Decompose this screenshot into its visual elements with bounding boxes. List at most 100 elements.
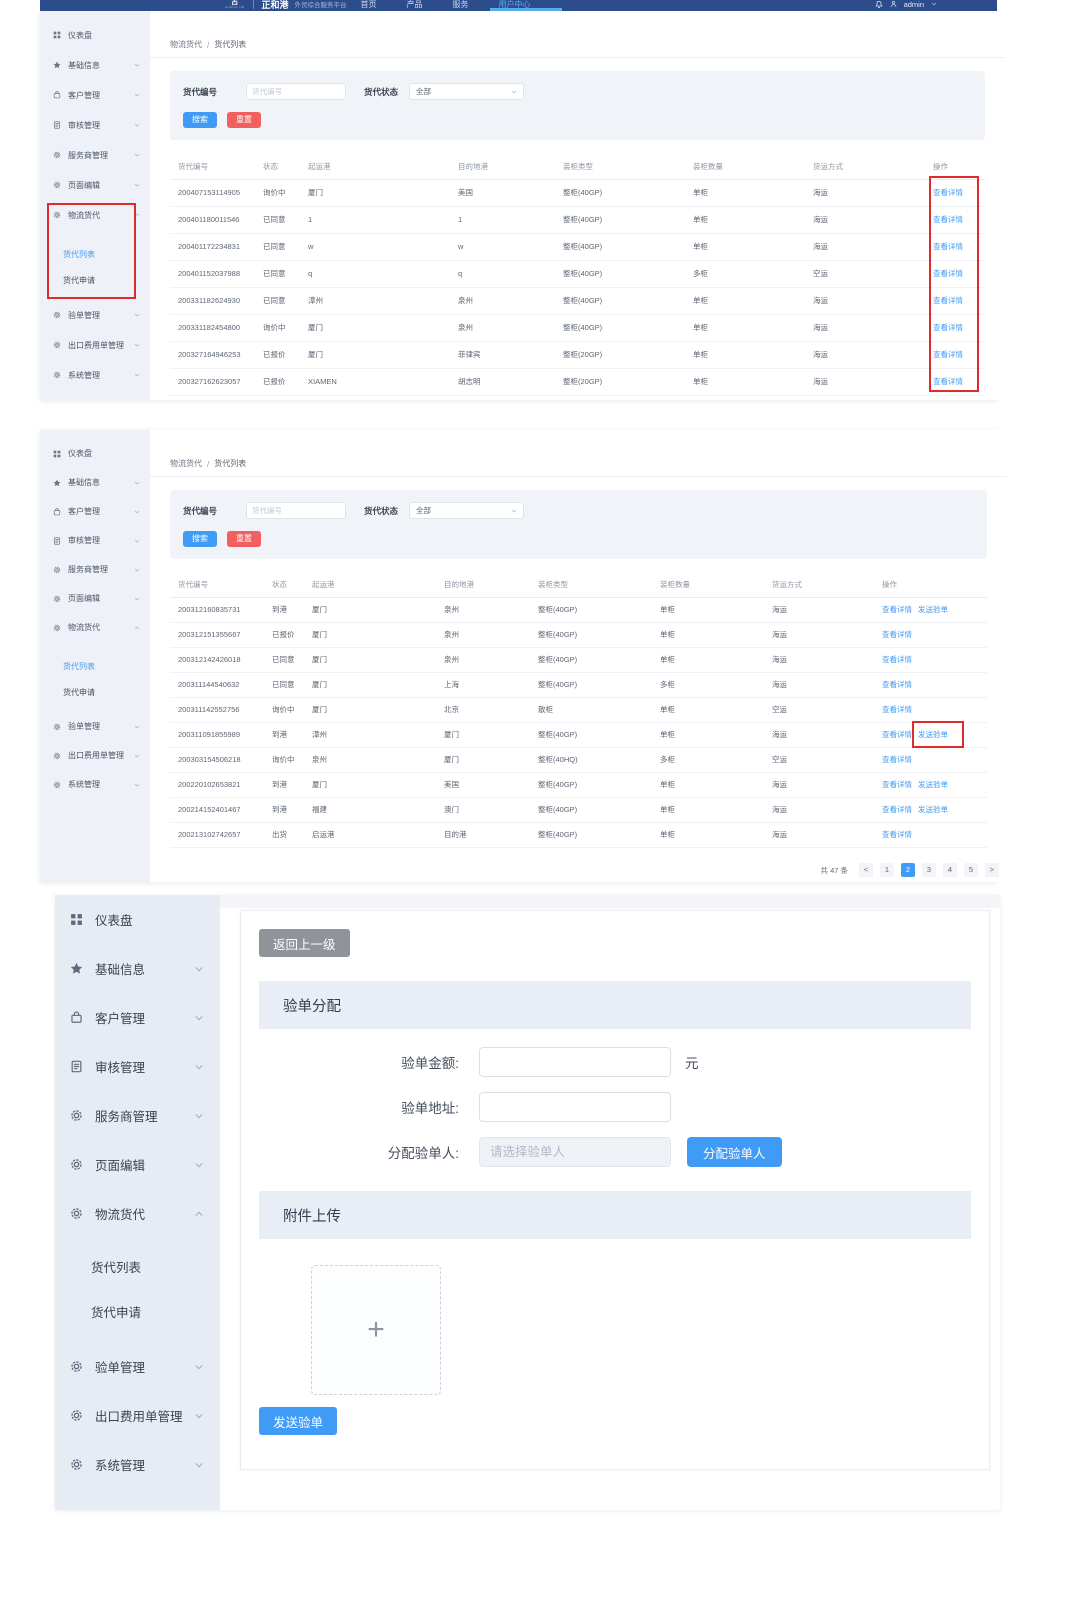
pagination-page-4[interactable]: 4 xyxy=(943,863,957,877)
sidebar-item-inspection-mgmt[interactable]: 验单管理 xyxy=(55,1342,220,1391)
gear-icon xyxy=(53,311,61,319)
pagination-prev[interactable]: < xyxy=(859,863,873,877)
sidebar-item-customer-mgmt[interactable]: 客户管理 xyxy=(55,993,220,1042)
send-inspection-button[interactable]: 发送验单 xyxy=(259,1407,337,1435)
star-icon xyxy=(53,479,61,487)
view-detail-link[interactable]: 查看详情 xyxy=(933,377,963,386)
sidebar-item-system-mgmt[interactable]: 系统管理 xyxy=(40,360,150,390)
view-detail-link[interactable]: 查看详情 xyxy=(882,655,912,664)
upload-box[interactable]: + xyxy=(311,1265,441,1395)
forwarder-number-label: 货代编号 xyxy=(183,505,217,517)
sidebar-item-export-expense-mgmt[interactable]: 出口费用单管理 xyxy=(40,330,150,360)
sidebar-item-basic-info[interactable]: 基础信息 xyxy=(55,944,220,993)
sidebar-item-basic-info[interactable]: 基础信息 xyxy=(40,468,150,497)
forwarder-number-input[interactable] xyxy=(246,83,346,100)
pagination-total: 共 47 条 xyxy=(820,865,848,876)
view-detail-link[interactable]: 查看详情 xyxy=(933,269,963,278)
pagination-page-3[interactable]: 3 xyxy=(922,863,936,877)
sidebar-subitem-forwarding-application[interactable]: 货代申请 xyxy=(40,268,150,294)
sidebar-item-dashboard[interactable]: 仪表盘 xyxy=(40,439,150,468)
nav-item-home[interactable]: 首页 xyxy=(361,0,377,10)
sidebar-item-page-edit[interactable]: 页面编辑 xyxy=(55,1140,220,1189)
pagination-page-2[interactable]: 2 xyxy=(901,863,915,877)
cell-container_qty: 单柜 xyxy=(685,206,805,233)
sidebar-item-export-expense-mgmt[interactable]: 出口费用单管理 xyxy=(40,741,150,770)
sidebar-item-label: 客户管理 xyxy=(95,1008,145,1027)
sidebar-item-page-edit[interactable]: 页面编辑 xyxy=(40,170,150,200)
search-button[interactable]: 搜索 xyxy=(183,531,217,547)
sidebar-item-export-expense-mgmt[interactable]: 出口费用单管理 xyxy=(55,1391,220,1440)
bell-icon[interactable] xyxy=(875,0,883,9)
cell-id: 200312160835731 xyxy=(170,597,264,622)
sidebar-subitem-forwarding-application[interactable]: 货代申请 xyxy=(40,680,150,706)
view-detail-link[interactable]: 查看详情 xyxy=(933,242,963,251)
pagination-next[interactable]: > xyxy=(985,863,999,877)
view-detail-link[interactable]: 查看详情 xyxy=(933,188,963,197)
view-detail-link[interactable]: 查看详情 xyxy=(882,780,912,789)
send-inspection-link[interactable]: 发送验单 xyxy=(918,805,948,814)
cell-destination: 泉州 xyxy=(450,314,555,341)
breadcrumb-parent[interactable]: 物流货代 xyxy=(170,458,202,469)
sidebar-subitem-forwarding-application[interactable]: 货代申请 xyxy=(55,1291,220,1336)
sidebar-item-dashboard[interactable]: 仪表盘 xyxy=(40,20,150,50)
column-header: 操作 xyxy=(925,154,985,179)
sidebar-item-logistics-forwarding[interactable]: 物流货代 xyxy=(40,200,150,230)
view-detail-link[interactable]: 查看详情 xyxy=(933,296,963,305)
sidebar-item-audit-mgmt[interactable]: 审核管理 xyxy=(55,1042,220,1091)
breadcrumb-parent[interactable]: 物流货代 xyxy=(170,39,202,50)
sidebar-item-service-provider-mgmt[interactable]: 服务商管理 xyxy=(40,140,150,170)
send-inspection-link[interactable]: 发送验单 xyxy=(918,605,948,614)
sidebar-item-customer-mgmt[interactable]: 客户管理 xyxy=(40,80,150,110)
sidebar-item-system-mgmt[interactable]: 系统管理 xyxy=(55,1440,220,1489)
reset-button[interactable]: 重置 xyxy=(227,112,261,128)
search-button[interactable]: 搜索 xyxy=(183,112,217,128)
sidebar-item-audit-mgmt[interactable]: 审核管理 xyxy=(40,110,150,140)
status-select[interactable]: 全部 xyxy=(409,502,524,519)
send-inspection-link[interactable]: 发送验单 xyxy=(918,780,948,789)
assignee-input[interactable] xyxy=(479,1137,671,1167)
amount-input[interactable] xyxy=(479,1047,671,1077)
back-button[interactable]: 返回上一级 xyxy=(259,929,350,957)
view-detail-link[interactable]: 查看详情 xyxy=(933,350,963,359)
sidebar-item-logistics-forwarding[interactable]: 物流货代 xyxy=(40,613,150,642)
sidebar-subitem-forwarding-list[interactable]: 货代列表 xyxy=(40,654,150,680)
sidebar-item-inspection-mgmt[interactable]: 验单管理 xyxy=(40,712,150,741)
assign-inspector-button[interactable]: 分配验单人 xyxy=(687,1137,782,1167)
gear-icon xyxy=(53,211,61,219)
view-detail-link[interactable]: 查看详情 xyxy=(882,730,912,739)
view-detail-link[interactable]: 查看详情 xyxy=(882,755,912,764)
username[interactable]: admin xyxy=(904,0,924,9)
view-detail-link[interactable]: 查看详情 xyxy=(882,805,912,814)
sidebar-item-service-provider-mgmt[interactable]: 服务商管理 xyxy=(40,555,150,584)
table-row: 200311144540632已同意厦门上海整柜(40GP)多柜海运查看详情 xyxy=(170,672,987,697)
view-detail-link[interactable]: 查看详情 xyxy=(933,215,963,224)
view-detail-link[interactable]: 查看详情 xyxy=(882,680,912,689)
sidebar-item-basic-info[interactable]: 基础信息 xyxy=(40,50,150,80)
send-inspection-link[interactable]: 发送验单 xyxy=(918,730,948,739)
sidebar-item-audit-mgmt[interactable]: 审核管理 xyxy=(40,526,150,555)
view-detail-link[interactable]: 查看详情 xyxy=(882,830,912,839)
reset-button[interactable]: 重置 xyxy=(227,531,261,547)
sidebar-item-customer-mgmt[interactable]: 客户管理 xyxy=(40,497,150,526)
sidebar-item-service-provider-mgmt[interactable]: 服务商管理 xyxy=(55,1091,220,1140)
view-detail-link[interactable]: 查看详情 xyxy=(882,630,912,639)
pagination-page-5[interactable]: 5 xyxy=(964,863,978,877)
nav-item-products[interactable]: 产品 xyxy=(407,0,423,10)
nav-item-services[interactable]: 服务 xyxy=(453,0,469,10)
view-detail-link[interactable]: 查看详情 xyxy=(882,705,912,714)
brand-tagline: 外贸综合服务平台 xyxy=(295,0,347,9)
sidebar-item-logistics-forwarding[interactable]: 物流货代 xyxy=(55,1189,220,1238)
sidebar-item-dashboard[interactable]: 仪表盘 xyxy=(55,895,220,944)
address-input[interactable] xyxy=(479,1092,671,1122)
view-detail-link[interactable]: 查看详情 xyxy=(933,323,963,332)
sidebar-item-inspection-mgmt[interactable]: 验单管理 xyxy=(40,300,150,330)
pagination-page-1[interactable]: 1 xyxy=(880,863,894,877)
sidebar-item-page-edit[interactable]: 页面编辑 xyxy=(40,584,150,613)
sidebar-item-system-mgmt[interactable]: 系统管理 xyxy=(40,770,150,799)
sidebar-subitem-forwarding-list[interactable]: 货代列表 xyxy=(40,242,150,268)
cell-container_qty: 单柜 xyxy=(685,314,805,341)
view-detail-link[interactable]: 查看详情 xyxy=(882,605,912,614)
forwarder-number-input[interactable] xyxy=(246,502,346,519)
status-select[interactable]: 全部 xyxy=(409,83,524,100)
sidebar-subitem-forwarding-list[interactable]: 货代列表 xyxy=(55,1246,220,1291)
